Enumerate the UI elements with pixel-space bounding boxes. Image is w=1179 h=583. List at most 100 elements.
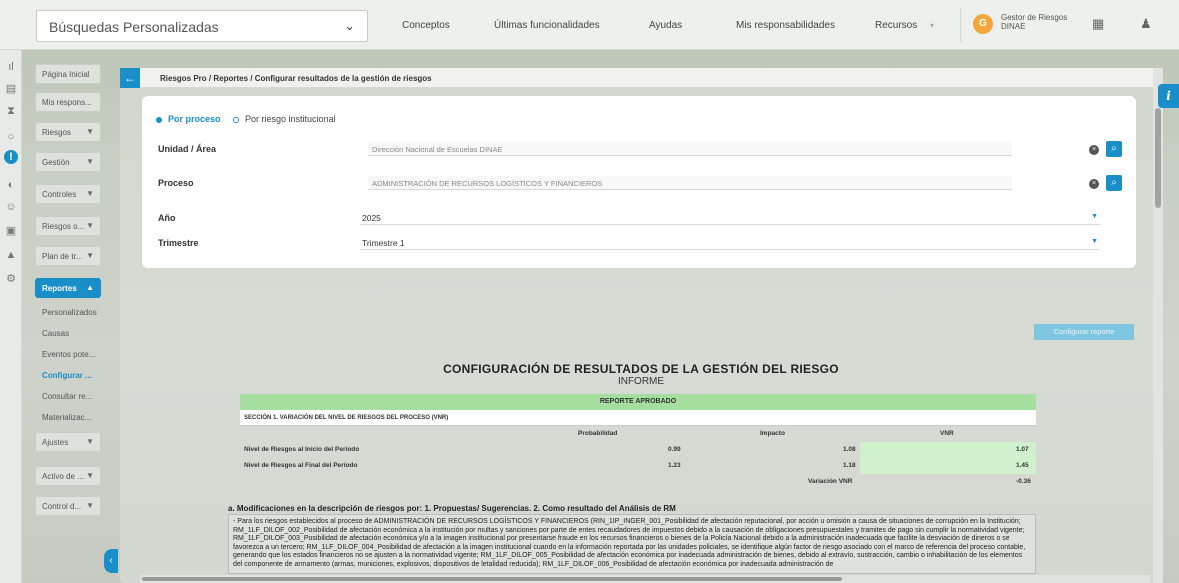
custom-search-dropdown[interactable]: Búsquedas Personalizadas ⌄ [36, 10, 368, 42]
col-vnr: VNR [940, 430, 954, 437]
filter-form: Por proceso Por riesgo institucional Uni… [142, 96, 1136, 268]
sidebar-item-label: Control d... [42, 502, 82, 511]
sidebar-item-gestion[interactable]: Gestión ▼ [35, 152, 101, 172]
trimestre-value: Trimestre 1 [362, 238, 405, 248]
sidebar-item-label: Mis respons... [42, 98, 92, 107]
nav-ayudas[interactable]: Ayudas [649, 20, 682, 31]
radio-por-riesgo-institucional[interactable]: Por riesgo institucional [233, 114, 336, 124]
configurar-reporte-button[interactable]: Configurar reporte [1034, 324, 1134, 340]
globe-icon[interactable]: ◐ [4, 178, 18, 192]
sidebar-item-pagina-inicial[interactable]: Página Inicial [35, 64, 101, 84]
circle-icon[interactable]: ○ [4, 130, 18, 144]
chevron-down-icon: ▼ [86, 189, 94, 198]
anio-select[interactable]: 2025 ▼ [360, 211, 1100, 225]
proceso-clear-icon[interactable]: × [1089, 179, 1099, 189]
back-arrow-icon[interactable]: ← [120, 68, 140, 88]
sidebar-collapse-button[interactable]: ‹ [104, 549, 118, 573]
trimestre-select[interactable]: Trimestre 1 ▼ [360, 236, 1100, 250]
avatar: G [973, 14, 993, 34]
proceso-search-button[interactable]: ⌕ [1106, 175, 1122, 191]
sidebar-item-label: Página Inicial [42, 70, 90, 79]
horizontal-scrollbar[interactable] [140, 575, 1150, 583]
chevron-down-icon: ▼ [86, 157, 94, 166]
sidebar: Página Inicial Mis respons... Riesgos ▼ G… [30, 58, 110, 583]
trimestre-label: Trimestre [158, 238, 199, 248]
info-icon[interactable]: i [1158, 84, 1179, 108]
unidad-search-button[interactable]: ⌕ [1106, 141, 1122, 157]
sidebar-item-label: Reportes [42, 284, 77, 293]
unidad-field[interactable]: Dirección Nacional de Escuelas DINAE [368, 142, 1012, 156]
chevron-down-icon: ▼ [86, 127, 94, 136]
col-impacto: Impacto [760, 430, 785, 437]
user-menu[interactable]: G Gestor de Riesgos DINAE [960, 8, 1080, 42]
bell-icon[interactable]: ♟ [1140, 16, 1152, 32]
variation-value: -0.36 [1016, 478, 1031, 485]
vnr-highlight [860, 442, 1036, 458]
sidebar-subitem-consultar[interactable]: Consultar re... [42, 392, 92, 401]
nav-recursos[interactable]: Recursos [875, 20, 917, 31]
proceso-field[interactable]: ADMINISTRACIÓN DE RECURSOS LOGÍSTICOS Y … [368, 176, 1012, 190]
main-panel: ← Riesgos Pro / Reportes / Configurar re… [120, 68, 1162, 583]
sidebar-subitem-causas[interactable]: Causas [42, 329, 69, 338]
row-label: Nivel de Riesgos al Inicio del Período [244, 446, 360, 453]
nav-conceptos[interactable]: Conceptos [402, 20, 450, 31]
radio-label: Por riesgo institucional [245, 114, 336, 124]
search-dropdown-label: Búsquedas Personalizadas [49, 19, 219, 35]
nav-mis-responsabilidades[interactable]: Mis responsabilidades [736, 20, 835, 31]
warning-icon[interactable]: ▲ [4, 248, 18, 262]
sidebar-item-label: Activo de ... [42, 472, 84, 481]
bar-chart-icon[interactable]: ıl [4, 60, 18, 74]
sidebar-item-controles[interactable]: Controles ▼ [35, 184, 101, 204]
calendar-icon[interactable]: ▦ [1092, 16, 1104, 32]
radio-por-proceso[interactable]: Por proceso [156, 114, 231, 124]
table-row: Nivel de Riesgos al Inicio del Período 0… [240, 442, 1036, 458]
sidebar-item-label: Ajustes [42, 438, 69, 447]
caret-down-icon: ▼ [1091, 238, 1098, 245]
report-table: REPORTE APROBADO SECCIÓN 1. VARIACIÓN DE… [240, 394, 1036, 490]
row-vnr: 1.45 [1016, 462, 1029, 469]
sidebar-item-ajustes[interactable]: Ajustes ▼ [35, 432, 101, 452]
chevron-down-icon: ▼ [86, 251, 94, 260]
table-row: Nivel de Riesgos al Final del Período 1.… [240, 458, 1036, 474]
sidebar-item-activo[interactable]: Activo de ... ▼ [35, 466, 101, 486]
document-icon[interactable]: ▣ [4, 224, 18, 238]
top-bar: Búsquedas Personalizadas ⌄ Conceptos Últ… [0, 0, 1179, 50]
breadcrumb: Riesgos Pro / Reportes / Configurar resu… [160, 74, 432, 83]
chevron-down-icon: ▼ [86, 221, 94, 230]
sidebar-item-control[interactable]: Control d... ▼ [35, 496, 101, 516]
sidebar-item-plan-tratamiento[interactable]: Plan de tr... ▼ [35, 246, 101, 266]
sidebar-subitem-materializacion[interactable]: Materializac... [42, 413, 91, 422]
sidebar-subitem-personalizados[interactable]: Personalizados [42, 308, 97, 317]
sidebar-subitem-configurar[interactable]: Configurar ... [42, 371, 92, 380]
recursos-chevron-icon[interactable]: ▾ [930, 21, 934, 30]
scroll-thumb[interactable] [1155, 108, 1161, 208]
anio-label: Año [158, 213, 176, 223]
gear-icon[interactable]: ⚙ [4, 272, 18, 286]
unidad-clear-icon[interactable]: × [1089, 145, 1099, 155]
risk-module-icon[interactable]: ! [4, 150, 18, 164]
variation-row: Variación VNR -0.36 [240, 474, 1036, 490]
chevron-up-icon: ▲ [86, 283, 94, 292]
section-1-header: SECCIÓN 1. VARIACIÓN DEL NIVEL DE RIESGO… [240, 410, 1036, 426]
sidebar-item-label: Plan de tr... [42, 252, 83, 261]
report-subtitle: INFORME [617, 376, 665, 387]
anio-value: 2025 [362, 213, 381, 223]
scope-radio-group: Por proceso Por riesgo institucional [156, 114, 336, 124]
sidebar-item-riesgos-oportunidad[interactable]: Riesgos o... ▼ [35, 216, 101, 236]
sidebar-item-mis-responsabilidades[interactable]: Mis respons... [35, 92, 101, 112]
vertical-scrollbar[interactable] [1153, 68, 1163, 583]
hourglass-icon[interactable]: ⧗ [4, 104, 18, 118]
sidebar-subitem-eventos[interactable]: Eventos pote... [42, 350, 95, 359]
sidebar-item-label: Gestión [42, 158, 70, 167]
team-icon[interactable]: ☺ [4, 200, 18, 214]
col-probabilidad: Probabilidad [578, 430, 618, 437]
nav-ultimas-funcionalidades[interactable]: Últimas funcionalidades [494, 20, 600, 31]
sidebar-item-reportes[interactable]: Reportes ▲ [35, 278, 101, 298]
database-icon[interactable]: ▤ [4, 82, 18, 96]
sidebar-item-riesgos[interactable]: Riesgos ▼ [35, 122, 101, 142]
row-vnr: 1.07 [1016, 446, 1029, 453]
report-title: CONFIGURACIÓN DE RESULTADOS DE LA GESTIÓ… [443, 362, 839, 376]
scroll-thumb[interactable] [142, 577, 842, 581]
chevron-down-icon: ⌄ [344, 18, 355, 33]
chevron-down-icon: ▼ [86, 437, 94, 446]
